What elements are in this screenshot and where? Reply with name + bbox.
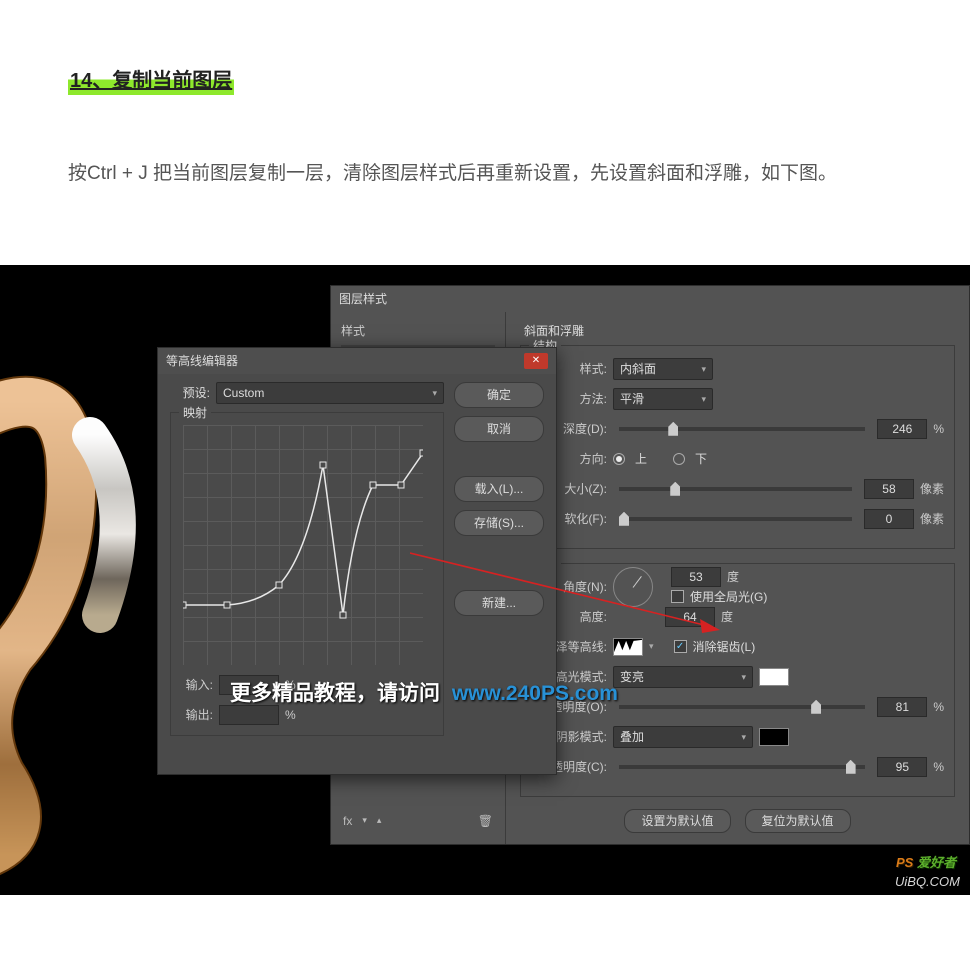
output-value-field[interactable] <box>219 705 279 725</box>
trash-icon[interactable]: 🗑 <box>478 814 493 828</box>
watermark: 更多精品教程，请访问 www.240PS.com <box>230 677 618 707</box>
dialog-title: 图层样式 <box>339 286 387 312</box>
save-button[interactable]: 存储(S)... <box>454 510 544 536</box>
input-label: 输入: <box>177 676 213 693</box>
direction-up-radio[interactable] <box>613 453 625 465</box>
output-label: 输出: <box>177 706 213 723</box>
size-value[interactable]: 58 <box>864 479 914 499</box>
highlight-color-swatch[interactable] <box>759 668 789 686</box>
chevron-down-icon: ▾ <box>741 667 746 687</box>
preset-select[interactable]: Custom▾ <box>216 382 444 404</box>
chevron-down-icon[interactable]: ▾ <box>362 815 367 826</box>
soften-slider[interactable] <box>619 517 852 521</box>
contour-editor-dialog: 等高线编辑器 预设: Custom▾ 映射 <box>157 347 557 775</box>
soften-value[interactable]: 0 <box>864 509 914 529</box>
chevron-down-icon: ▾ <box>432 383 437 403</box>
gloss-contour-swatch[interactable] <box>613 638 643 656</box>
new-button[interactable]: 新建... <box>454 590 544 616</box>
method-select[interactable]: 平滑▾ <box>613 388 713 410</box>
shadow-opacity-value[interactable]: 95 <box>877 757 927 777</box>
depth-slider[interactable] <box>619 427 865 431</box>
shadow-mode-select[interactable]: 叠加▾ <box>613 726 753 748</box>
bevel-section-title: 斜面和浮雕 <box>524 322 955 339</box>
chevron-down-icon: ▾ <box>741 727 746 747</box>
highlight-opacity-value[interactable]: 81 <box>877 697 927 717</box>
style-settings-column: 斜面和浮雕 结构 样式: 内斜面▾ 方法: 平滑▾ <box>506 312 969 844</box>
reset-default-button[interactable]: 复位为默认值 <box>745 809 851 833</box>
anti-alias-checkbox[interactable] <box>674 640 687 653</box>
chevron-down-icon: ▾ <box>701 359 706 379</box>
depth-value[interactable]: 246 <box>877 419 927 439</box>
dialog-title-bar[interactable]: 图层样式 <box>331 286 969 312</box>
altitude-value[interactable]: 64 <box>665 607 715 627</box>
chevron-down-icon: ▾ <box>701 389 706 409</box>
direction-down-radio[interactable] <box>673 453 685 465</box>
screenshot-container: 图层样式 样式 + + + + + fx ▾ ▴ 🗑 <box>0 265 970 895</box>
shadow-opacity-slider[interactable] <box>619 765 865 769</box>
global-light-checkbox[interactable] <box>671 590 684 603</box>
dialog-title-bar[interactable]: 等高线编辑器 <box>158 348 556 374</box>
step-heading: 14、复制当前图层 <box>68 60 234 95</box>
footer-watermark: UiBQ.COM <box>895 874 960 889</box>
ps-badge: PS 爱好者 <box>896 852 956 871</box>
styles-label: 样式 <box>341 322 495 339</box>
fx-label: fx <box>343 814 352 828</box>
set-default-button[interactable]: 设置为默认值 <box>624 809 730 833</box>
preset-label: 预设: <box>170 384 210 401</box>
highlight-opacity-slider[interactable] <box>619 705 865 709</box>
style-select[interactable]: 内斜面▾ <box>613 358 713 380</box>
ok-button[interactable]: 确定 <box>454 382 544 408</box>
cancel-button[interactable]: 取消 <box>454 416 544 442</box>
size-slider[interactable] <box>619 487 852 491</box>
shadow-color-swatch[interactable] <box>759 728 789 746</box>
chevron-up-icon[interactable]: ▴ <box>377 815 382 826</box>
angle-dial[interactable] <box>613 567 653 607</box>
mapping-group-title: 映射 <box>179 404 211 421</box>
load-button[interactable]: 载入(L)... <box>454 476 544 502</box>
close-icon[interactable] <box>524 353 548 369</box>
angle-value[interactable]: 53 <box>671 567 721 587</box>
step-description: 按Ctrl + J 把当前图层复制一层，清除图层样式后再重新设置，先设置斜面和浮… <box>68 153 902 195</box>
chevron-down-icon[interactable]: ▾ <box>649 641 654 652</box>
contour-curve-canvas[interactable] <box>183 425 423 665</box>
highlight-mode-select[interactable]: 变亮▾ <box>613 666 753 688</box>
background-text-effect <box>0 265 140 895</box>
dialog-title: 等高线编辑器 <box>166 348 238 374</box>
